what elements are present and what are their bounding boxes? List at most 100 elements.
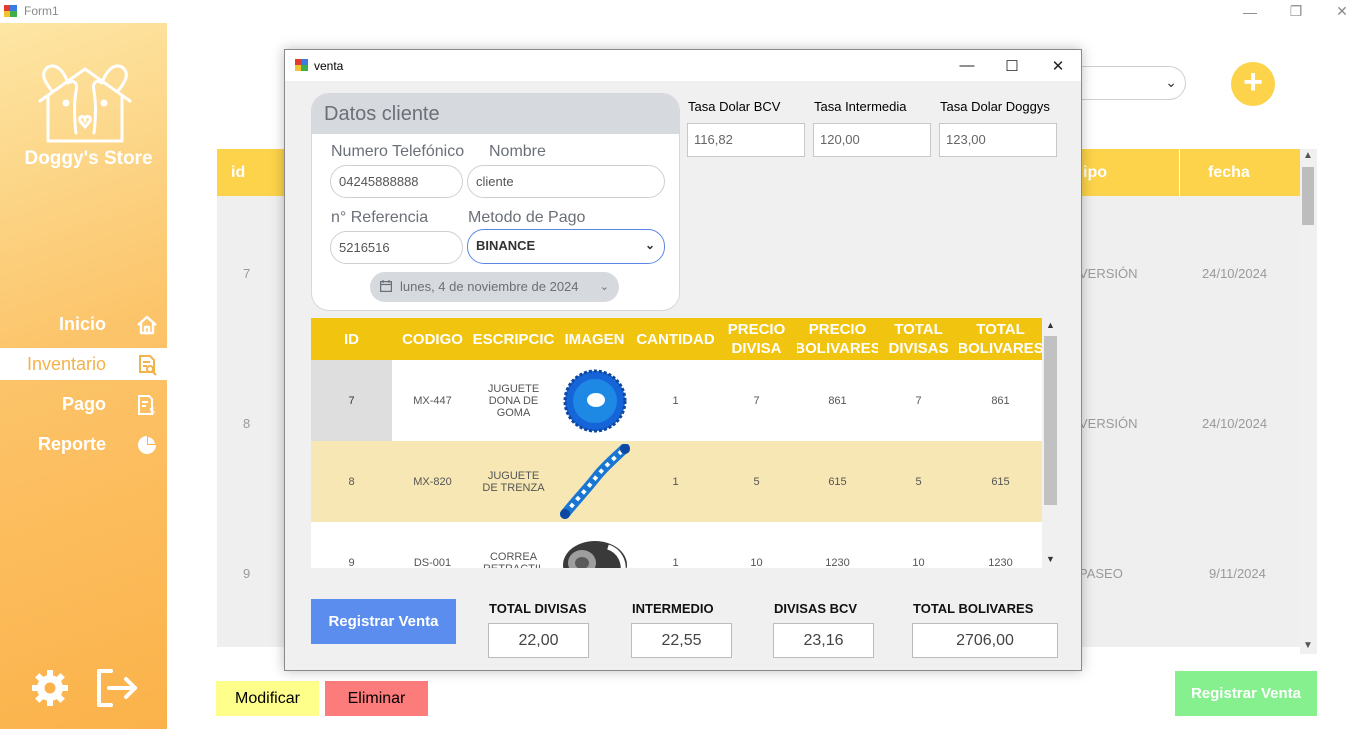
cell-cantidad: 1	[672, 394, 679, 407]
bg-col-tipo: ipo	[1083, 164, 1107, 181]
sidebar: Doggy's Store Inicio Inventario Pago $ R…	[0, 23, 167, 729]
venta-title: venta	[314, 59, 344, 73]
referencia-label: n° Referencia	[331, 209, 429, 226]
datos-cliente-header: Datos cliente	[312, 94, 679, 134]
metodo-pago-value: BINANCE	[476, 238, 536, 253]
nav-pago[interactable]: Pago $	[0, 388, 167, 420]
cell-descripcion: JUGUETE DONA DE GOMA	[487, 382, 540, 419]
scroll-down-icon[interactable]: ▼	[1046, 554, 1055, 564]
cell-descripcion: CORREA RETRACTIL	[483, 550, 544, 569]
app-icon	[4, 5, 17, 17]
tasa-intermedia-label: Tasa Intermedia	[814, 99, 907, 114]
col-descripcion: ESCRIPCIC	[473, 330, 554, 348]
nav-inicio-label: Inicio	[58, 314, 106, 334]
cell-id: 7	[311, 360, 392, 441]
nav-reporte[interactable]: Reporte	[0, 428, 167, 460]
cell-codigo: MX-447	[413, 394, 452, 407]
cell-total-bolivares: 615	[991, 475, 1010, 488]
scroll-up-icon[interactable]: ▲	[1046, 320, 1055, 330]
cell-precio-bolivares: 615	[828, 475, 847, 488]
col-total-bolivares: TOTAL BOLIVARES	[959, 321, 1042, 357]
nombre-label: Nombre	[489, 143, 546, 160]
venta-maximize-button[interactable]: ☐	[989, 50, 1035, 81]
referencia-input[interactable]: 5216516	[330, 231, 463, 264]
cell-precio-divisa: 5	[753, 475, 760, 488]
bg-row-tipo: VERSIÓN	[1079, 266, 1138, 281]
close-button[interactable]: ✕	[1319, 0, 1365, 23]
background-filter-select[interactable]: ⌄	[1082, 66, 1186, 100]
nav-inventario[interactable]: Inventario	[0, 348, 167, 380]
venta-grid: ID CODIGO ESCRIPCIC IMAGEN CANTIDAD PREC…	[311, 318, 1042, 568]
brand-name: Doggy's Store	[24, 148, 153, 169]
tasa-intermedia-input[interactable]: 120,00	[813, 123, 931, 157]
tasa-bcv-label: Tasa Dolar BCV	[688, 99, 781, 114]
intermedio-field[interactable]: 22,55	[631, 623, 732, 658]
datos-cliente-panel: Datos cliente Numero Telefónico Nombre 0…	[311, 93, 680, 311]
venta-minimize-button[interactable]: —	[944, 50, 990, 81]
scrollbar-thumb[interactable]	[1302, 167, 1314, 225]
total-divisas-field[interactable]: 22,00	[488, 623, 589, 658]
registrar-venta-button[interactable]: Registrar Venta	[311, 599, 456, 644]
metodo-pago-select[interactable]: BINANCE ⌄	[467, 229, 665, 264]
bg-row-id: 7	[243, 266, 251, 281]
scroll-down-icon[interactable]: ▼	[1303, 640, 1313, 651]
venta-close-button[interactable]: ✕	[1035, 50, 1081, 81]
telefono-label: Numero Telefónico	[331, 143, 465, 160]
cell-cantidad: 1	[672, 556, 679, 569]
col-precio-bolivares: PRECIO BOLIVARES	[797, 321, 878, 357]
chevron-down-icon: ⌄	[599, 281, 609, 293]
add-button[interactable]: +	[1231, 62, 1275, 106]
bg-row-id: 9	[243, 566, 251, 581]
calendar-icon	[380, 280, 392, 292]
cell-precio-divisa: 7	[753, 394, 760, 407]
col-codigo: CODIGO	[402, 330, 463, 348]
settings-gear-icon[interactable]	[30, 668, 70, 708]
restore-button[interactable]: ❐	[1273, 0, 1319, 23]
minimize-button[interactable]: —	[1227, 0, 1273, 23]
svg-text:$: $	[149, 406, 155, 416]
total-bolivares-field[interactable]: 2706,00	[912, 623, 1058, 658]
logout-icon[interactable]	[95, 667, 139, 709]
tasa-bcv-input[interactable]: 116,82	[687, 123, 805, 157]
retractable-leash-image	[562, 540, 627, 568]
bg-row-id: 8	[243, 416, 251, 431]
cell-total-bolivares: 861	[991, 394, 1010, 407]
bg-row-fecha: 24/10/2024	[1202, 266, 1268, 281]
col-id: ID	[344, 330, 359, 348]
table-row[interactable]: 7 MX-447 JUGUETE DONA DE GOMA 1 7 861 7 …	[311, 360, 1042, 441]
nombre-input[interactable]: cliente	[467, 165, 665, 198]
venta-grid-scrollbar[interactable]: ▲ ▼	[1042, 318, 1059, 568]
total-divisas-label: TOTAL DIVISAS	[489, 601, 587, 616]
cell-imagen	[554, 441, 635, 522]
table-row[interactable]: 9 DS-001 CORREA RETRACTIL 1 10 1230 10 1…	[311, 522, 1042, 568]
nav-inicio[interactable]: Inicio	[0, 308, 167, 340]
cell-total-bolivares: 1230	[988, 556, 1013, 569]
blue-donut-toy-image	[563, 369, 626, 432]
rope-toy-image	[559, 443, 630, 519]
divisas-bcv-field[interactable]: 23,16	[773, 623, 874, 658]
total-bolivares-label: TOTAL BOLIVARES	[913, 601, 1034, 616]
dog-house-logo	[38, 64, 132, 143]
bg-row-fecha: 24/10/2024	[1202, 416, 1268, 431]
divisas-bcv-label: DIVISAS BCV	[774, 601, 858, 616]
main-titlebar: Form1 — ❐ ✕	[0, 0, 1366, 23]
telefono-input[interactable]: 04245888888	[330, 165, 463, 198]
scrollbar-thumb[interactable]	[1044, 336, 1057, 505]
scroll-up-icon[interactable]: ▲	[1303, 150, 1313, 161]
restore-icon: ❐	[1289, 3, 1303, 19]
metodo-pago-label: Metodo de Pago	[468, 209, 586, 226]
col-total-divisas: TOTAL DIVISAS	[888, 321, 949, 357]
fecha-picker[interactable]: lunes, 4 de noviembre de 2024 ⌄	[370, 272, 619, 302]
background-table-scrollbar[interactable]: ▲ ▼	[1300, 149, 1317, 654]
eliminar-button[interactable]: Eliminar	[325, 681, 428, 716]
tasa-doggys-label: Tasa Dolar Doggys	[940, 99, 1050, 114]
home-icon	[137, 315, 157, 335]
registrar-venta-background-button[interactable]: Registrar Venta	[1175, 671, 1317, 716]
chevron-down-icon: ⌄	[644, 238, 655, 252]
table-row[interactable]: 8 MX-820 JUGUETE DE TRENZA 1 5 615 5 615	[311, 441, 1042, 522]
tasa-doggys-input[interactable]: 123,00	[939, 123, 1057, 157]
bg-col-id: id	[231, 164, 246, 181]
modificar-button[interactable]: Modificar	[216, 681, 319, 716]
close-icon: ✕	[1051, 57, 1065, 75]
cell-total-divisas: 5	[915, 475, 922, 488]
